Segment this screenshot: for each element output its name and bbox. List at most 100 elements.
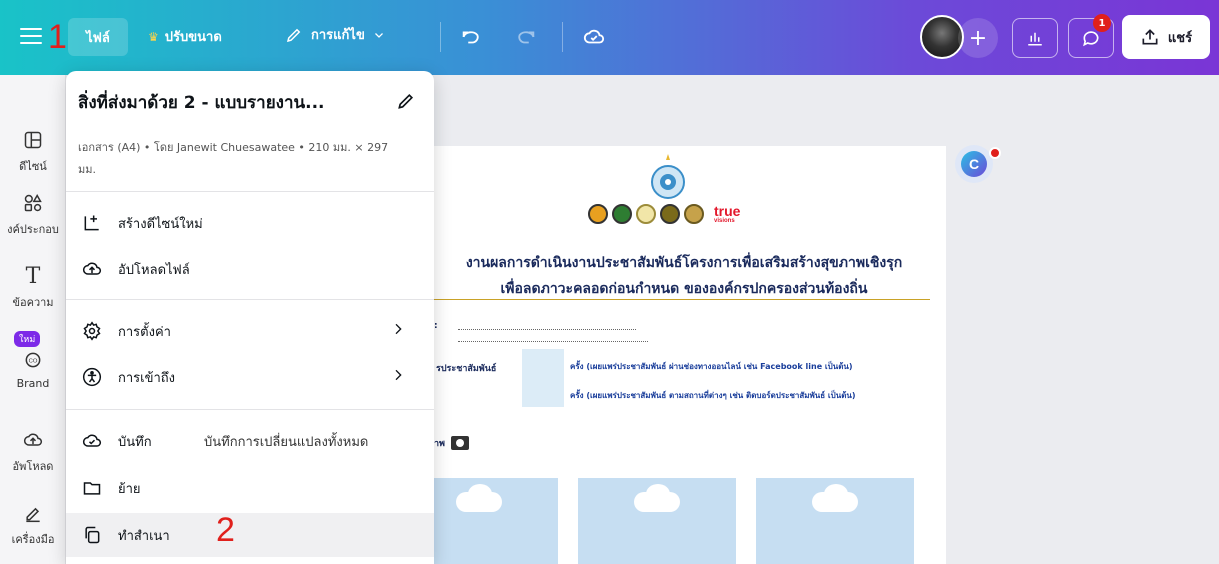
menu-hamburger-icon[interactable] <box>20 26 42 46</box>
file-menu-button[interactable]: ไฟล์ <box>68 18 128 56</box>
save-status-button[interactable] <box>582 26 606 48</box>
assistant-c-icon: C <box>961 151 987 177</box>
partner-logo <box>588 204 608 224</box>
sidebar-item-uploads[interactable]: อัพโหลด <box>0 427 66 475</box>
note-onsite: ครั้ง (เผยแพร่ประชาสัมพันธ์ ตามสถานที่ต่… <box>570 391 856 400</box>
chevron-down-icon <box>374 32 383 38</box>
new-badge: ใหม่ <box>14 331 41 347</box>
copy-icon <box>80 523 104 547</box>
design-icon <box>20 127 46 153</box>
settings-icon <box>80 319 104 343</box>
menu-item-create-design[interactable]: สร้างดีไซน์ใหม่ <box>66 201 434 245</box>
upload-icon <box>20 427 46 453</box>
true-logo-text: true <box>714 203 741 219</box>
redo-button[interactable] <box>515 26 537 48</box>
partner-logo <box>660 204 680 224</box>
file-dropdown-menu: สิ่งที่ส่งมาด้วย 2 - แบบรายงาน... เอกสาร… <box>66 71 434 564</box>
undo-icon <box>462 31 479 44</box>
pencil-icon <box>398 93 414 109</box>
partner-logo <box>612 204 632 224</box>
insights-button[interactable] <box>1012 18 1058 58</box>
accessibility-icon <box>80 365 104 389</box>
menu-divider <box>66 191 434 192</box>
menu-item-label: การเข้าถึง <box>118 370 176 386</box>
share-button[interactable]: แชร์ <box>1122 15 1210 59</box>
menu-item-label: สร้างดีไซน์ใหม่ <box>118 216 203 232</box>
sidebar-item-label: Brand <box>16 377 50 390</box>
comment-count-badge: 1 <box>1093 14 1111 32</box>
count-input-box[interactable] <box>522 349 564 407</box>
svg-text:CO: CO <box>29 359 38 365</box>
toolbar-divider <box>440 22 441 52</box>
photo-section-label: าพ <box>434 436 469 450</box>
menu-item-label: บันทึก <box>118 434 152 450</box>
sidebar-item-design[interactable]: ดีไซน์ <box>0 127 66 175</box>
sidebar-item-label: ดีไซน์ <box>19 160 47 173</box>
title-underline <box>434 299 930 300</box>
image-placeholder[interactable] <box>578 478 736 564</box>
image-placeholder[interactable] <box>756 478 914 564</box>
invite-button[interactable]: + <box>958 18 998 58</box>
step-annotation-1: 1 <box>48 18 67 56</box>
share-label: แชร์ <box>1167 30 1193 46</box>
sidebar-item-label: อัพโหลด <box>12 460 54 473</box>
partner-logo <box>636 204 656 224</box>
resize-button[interactable]: ♛ ปรับขนาด <box>148 26 222 47</box>
document-title-line1: งานผลการดำเนินงานประชาสัมพันธ์โครงการเพื… <box>465 255 903 271</box>
menu-item-upload-files[interactable]: อัปโหลดไฟล์ <box>66 247 434 291</box>
top-toolbar: 1 ไฟล์ ♛ ปรับขนาด การแก้ไข + 1 แชร์ <box>0 0 1219 75</box>
note-online: ครั้ง (เผยแพร่ประชาสัมพันธ์ ผ่านช่องทางอ… <box>570 362 853 371</box>
form-blank-line <box>458 329 636 330</box>
toolbar-divider <box>562 22 563 52</box>
upload-cloud-icon <box>80 257 104 281</box>
sidebar-item-tools[interactable]: เครื่องมือ <box>0 500 66 548</box>
text-icon: T <box>25 263 41 289</box>
resize-label: ปรับขนาด <box>164 30 222 45</box>
edit-menu-button[interactable]: การแก้ไข <box>285 24 385 45</box>
assistant-button[interactable]: C <box>955 145 993 183</box>
partner-logos: true visions <box>588 204 740 224</box>
create-design-icon <box>80 211 104 235</box>
sidebar-item-elements[interactable]: งค์ประกอบ <box>0 190 66 238</box>
edit-label: การแก้ไข <box>311 28 365 43</box>
left-sidebar: ดีไซน์ งค์ประกอบ T ข้อความ ใหม่ CO Brand… <box>0 75 66 564</box>
sidebar-item-label: เครื่องมือ <box>11 533 55 546</box>
menu-item-settings[interactable]: การตั้งค่า <box>66 309 434 353</box>
step-annotation-2: 2 <box>216 511 235 549</box>
save-status-text: บันทึกการเปลี่ยนแปลงทั้งหมด <box>204 434 369 450</box>
pr-label: รประชาสัมพันธ์ <box>436 364 497 374</box>
sidebar-item-brand[interactable]: ใหม่ CO Brand <box>0 331 66 391</box>
partner-logo <box>684 204 704 224</box>
tools-icon <box>20 500 46 526</box>
form-bullet: : <box>434 321 438 331</box>
photo-label: าพ <box>434 439 445 449</box>
share-upload-icon <box>1142 29 1158 45</box>
sidebar-item-label: ข้อความ <box>12 296 54 309</box>
menu-item-make-copy[interactable]: ทำสำเนา <box>66 513 434 557</box>
menu-item-label: ทำสำเนา <box>118 528 170 544</box>
menu-item-save[interactable]: บันทึก บันทึกการเปลี่ยนแปลงทั้งหมด <box>66 419 434 463</box>
form-blank-line <box>458 341 648 342</box>
document-title: งานผลการดำเนินงานประชาสัมพันธ์โครงการเพื… <box>434 250 934 302</box>
sidebar-item-text[interactable]: T ข้อความ <box>0 263 66 311</box>
folder-icon <box>80 476 104 500</box>
menu-divider <box>66 409 434 410</box>
notification-dot <box>989 147 1001 159</box>
design-meta: เอกสาร (A4) • โดย Janewit Chuesawatee • … <box>78 141 389 176</box>
menu-item-move[interactable]: ย้าย <box>66 466 434 510</box>
menu-item-accessibility[interactable]: การเข้าถึง <box>66 355 434 399</box>
true-visions-logo: true visions <box>714 204 740 224</box>
brand-icon: CO <box>20 347 46 373</box>
cloud-check-icon <box>583 29 605 44</box>
design-title[interactable]: สิ่งที่ส่งมาด้วย 2 - แบบรายงาน... <box>78 89 325 116</box>
chevron-right-icon <box>395 369 402 381</box>
sidebar-item-label: งค์ประกอบ <box>7 223 59 236</box>
rename-button[interactable] <box>396 91 416 115</box>
camera-icon <box>451 436 469 450</box>
pencil-icon <box>286 28 301 42</box>
menu-item-label: การตั้งค่า <box>118 324 171 340</box>
menu-item-label: อัปโหลดไฟล์ <box>118 262 190 278</box>
undo-button[interactable] <box>460 26 482 48</box>
redo-icon <box>518 31 535 44</box>
bar-chart-icon <box>1028 32 1042 46</box>
